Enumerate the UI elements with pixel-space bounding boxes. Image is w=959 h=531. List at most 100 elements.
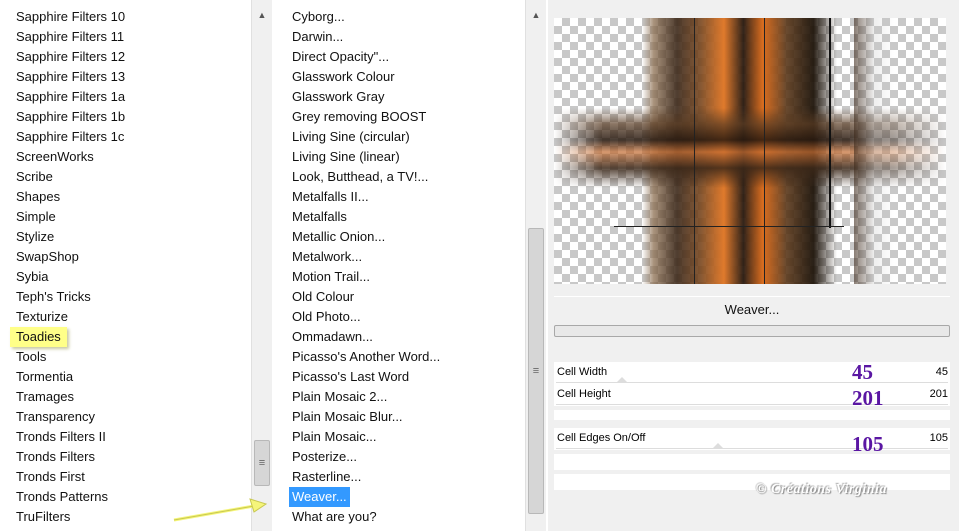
filter-item-label: Darwin... <box>292 29 344 44</box>
filter-item-label: Motion Trail... <box>292 269 371 284</box>
category-item[interactable]: Tools <box>10 347 125 367</box>
category-scrollbar[interactable]: ▲ ≡ <box>251 0 272 531</box>
category-item[interactable]: TruFilters <box>10 507 125 527</box>
filter-item[interactable]: Picasso's Last Word <box>286 367 440 387</box>
category-scroll-thumb[interactable]: ≡ <box>254 440 270 486</box>
category-item[interactable]: Sybia <box>10 267 125 287</box>
category-item[interactable]: SwapShop <box>10 247 125 267</box>
cell-width-value: 45 <box>935 366 948 378</box>
category-item-label: TruFilters <box>16 509 71 524</box>
filter-item[interactable]: Metalfalls II... <box>286 187 440 207</box>
preview-image <box>554 18 946 284</box>
filter-item[interactable]: Grey removing BOOST <box>286 107 440 127</box>
category-item[interactable]: Sapphire Filters 13 <box>10 67 125 87</box>
filter-item[interactable]: Ommadawn... <box>286 327 440 347</box>
category-item[interactable]: Sapphire Filters 1a <box>10 87 125 107</box>
filter-item-label: Living Sine (circular) <box>292 129 410 144</box>
filter-item[interactable]: Cyborg... <box>286 7 440 27</box>
category-list: Sapphire Filters 10 Sapphire Filters 11 Sa… <box>10 7 125 527</box>
filter-item[interactable]: Plain Mosaic Blur... <box>286 407 440 427</box>
annotation-cell-edges: 105 <box>852 432 884 456</box>
category-item-label: Stylize <box>16 229 55 244</box>
category-item[interactable]: Tronds Patterns <box>10 487 125 507</box>
filter-item[interactable]: Posterize... <box>286 447 440 467</box>
category-item[interactable]: Scribe <box>10 167 125 187</box>
filter-item-label: Metallic Onion... <box>292 229 386 244</box>
filter-item[interactable]: Metallic Onion... <box>286 227 440 247</box>
category-item[interactable]: Sapphire Filters 11 <box>10 27 125 47</box>
grip-icon: ≡ <box>532 365 540 377</box>
cell-edges-slider-thumb[interactable] <box>712 443 724 449</box>
filter-item-label: Cyborg... <box>292 9 345 24</box>
filter-item-label: Old Photo... <box>292 309 361 324</box>
category-item-label: SwapShop <box>16 249 79 264</box>
filter-item-label: Metalfalls <box>292 209 347 224</box>
filter-item[interactable]: Metalfalls <box>286 207 440 227</box>
category-item[interactable]: Sapphire Filters 12 <box>10 47 125 67</box>
filter-item[interactable]: Picasso's Another Word... <box>286 347 440 367</box>
category-item[interactable]: Tramages <box>10 387 125 407</box>
cell-width-slider[interactable]: Cell Width 45 <box>554 362 950 384</box>
category-item-label: Teph's Tricks <box>16 289 91 304</box>
filter-item[interactable]: Rasterline... <box>286 467 440 487</box>
category-item-label: Tormentia <box>16 369 74 384</box>
category-item-label: Toadies <box>10 327 67 347</box>
filter-item[interactable]: Metalwork... <box>286 247 440 267</box>
filter-item[interactable]: Darwin... <box>286 27 440 47</box>
category-item[interactable]: Tronds First <box>10 467 125 487</box>
filter-item-label: Glasswork Colour <box>292 69 395 84</box>
cell-width-slider-thumb[interactable] <box>616 377 628 383</box>
filter-item-label: Metalwork... <box>292 249 363 264</box>
category-item-label: Sapphire Filters 11 <box>16 29 125 44</box>
filter-item-label: Posterize... <box>292 449 358 464</box>
filter-item[interactable]: Motion Trail... <box>286 267 440 287</box>
category-item-label: Sapphire Filters 10 <box>16 9 126 24</box>
filter-preview-area: Weaver... Cell Width 45 Cell Height 201 … <box>548 0 959 531</box>
filter-item[interactable]: Plain Mosaic... <box>286 427 440 447</box>
filter-item[interactable]: Glasswork Colour <box>286 67 440 87</box>
category-item-label: Tramages <box>16 389 75 404</box>
category-item-label: Sapphire Filters 1a <box>16 89 126 104</box>
category-item[interactable]: Teph's Tricks <box>10 287 125 307</box>
cell-height-slider[interactable]: Cell Height 201 <box>554 384 950 406</box>
category-item[interactable]: Sapphire Filters 10 <box>10 7 125 27</box>
filter-item-label: Glasswork Gray <box>292 89 385 104</box>
category-item-label: Tronds Patterns <box>16 489 109 504</box>
filter-item[interactable]: What are you? <box>286 507 440 527</box>
category-item[interactable]: Tormentia <box>10 367 125 387</box>
category-item[interactable]: Simple <box>10 207 125 227</box>
filter-item[interactable]: Living Sine (linear) <box>286 147 440 167</box>
filter-item-label: Plain Mosaic Blur... <box>292 409 403 424</box>
filter-scroll-thumb[interactable]: ≡ <box>528 228 544 514</box>
category-item[interactable]: Toadies <box>10 327 125 347</box>
filter-item[interactable]: Look, Butthead, a TV!... <box>286 167 440 187</box>
filter-item-label: Ommadawn... <box>292 329 373 344</box>
filter-item-label: Rasterline... <box>292 469 362 484</box>
category-item-label: Sapphire Filters 13 <box>16 69 126 84</box>
filter-item[interactable]: Direct Opacity"... <box>286 47 440 67</box>
filter-item[interactable]: Old Photo... <box>286 307 440 327</box>
filter-item[interactable]: Plain Mosaic 2... <box>286 387 440 407</box>
category-item[interactable]: Shapes <box>10 187 125 207</box>
category-item[interactable]: Tronds Filters II <box>10 427 125 447</box>
grip-icon: ≡ <box>258 457 266 469</box>
filter-scrollbar[interactable]: ▲ ≡ <box>525 0 546 531</box>
annotation-arrow-icon <box>173 498 268 522</box>
category-item[interactable]: Sapphire Filters 1b <box>10 107 125 127</box>
category-item[interactable]: Tronds Filters <box>10 447 125 467</box>
scroll-up-arrow-icon[interactable]: ▲ <box>252 6 272 24</box>
scroll-up-arrow-icon[interactable]: ▲ <box>526 6 546 24</box>
filter-item[interactable]: Living Sine (circular) <box>286 127 440 147</box>
filter-item[interactable]: Weaver... <box>286 487 440 507</box>
filter-item[interactable]: Old Colour <box>286 287 440 307</box>
cell-width-label: Cell Width <box>557 366 608 378</box>
category-item[interactable]: Sapphire Filters 1c <box>10 127 125 147</box>
category-item[interactable]: Stylize <box>10 227 125 247</box>
category-item[interactable]: Texturize <box>10 307 125 327</box>
category-item[interactable]: Transparency <box>10 407 125 427</box>
filter-item[interactable]: Glasswork Gray <box>286 87 440 107</box>
category-item-label: Texturize <box>16 309 69 324</box>
category-item-label: Scribe <box>16 169 53 184</box>
category-item[interactable]: ScreenWorks <box>10 147 125 167</box>
cell-edges-slider[interactable]: Cell Edges On/Off 105 <box>554 428 950 450</box>
